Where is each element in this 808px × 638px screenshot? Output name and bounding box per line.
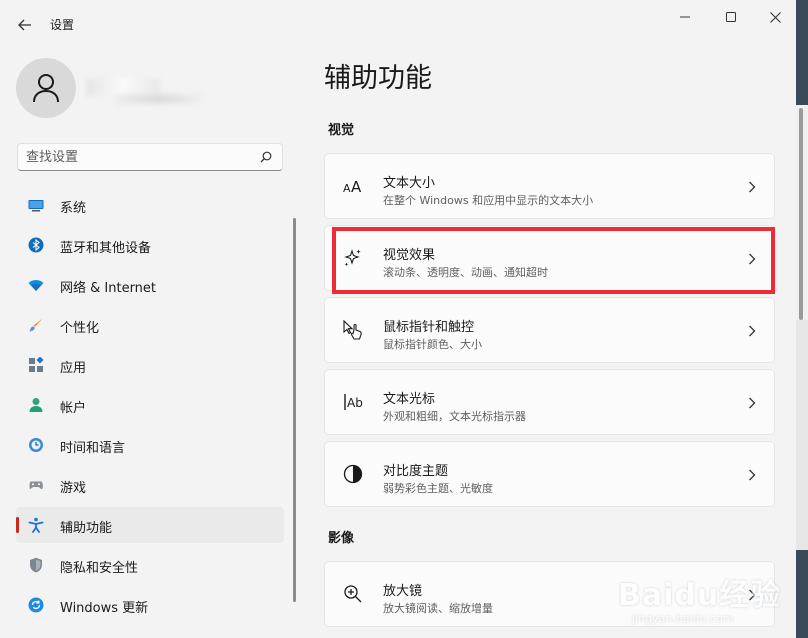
setting-visual-effects[interactable]: 视觉效果 滚动条、透明度、动画、通知超时 <box>324 225 775 291</box>
setting-description: 在整个 Windows 和应用中显示的文本大小 <box>383 194 594 207</box>
arrow-left-icon <box>18 19 31 31</box>
sidebar-item-label: 网络 & Internet <box>60 281 157 296</box>
sidebar-item-system[interactable]: 系统 <box>16 187 284 223</box>
setting-description: 滚动条、透明度、动画、通知超时 <box>383 266 548 279</box>
setting-title: 鼠标指针和触控 <box>383 320 475 335</box>
sidebar-item-label: 游戏 <box>60 481 87 496</box>
setting-title: 对比度主题 <box>383 464 449 479</box>
search-box[interactable] <box>17 143 283 171</box>
sidebar-item-accounts[interactable]: 帐户 <box>16 387 284 423</box>
section-heading-imaging: 影像 <box>328 531 355 546</box>
sidebar-item-windows-update[interactable]: Windows 更新 <box>16 587 284 623</box>
close-icon <box>769 11 781 23</box>
setting-title: 文本大小 <box>383 176 436 191</box>
setting-description: 鼠标指针颜色、大小 <box>383 338 482 351</box>
title-bar: 设置 <box>0 0 796 48</box>
setting-text-cursor[interactable]: Ab 文本光标 外观和粗细，文本光标指示器 <box>324 369 775 435</box>
clock-globe-icon <box>29 438 43 452</box>
minimize-icon <box>680 16 690 18</box>
sidebar-item-gaming[interactable]: 游戏 <box>16 467 284 503</box>
user-icon <box>33 74 59 103</box>
user-email-blurred <box>116 94 202 104</box>
text-size-icon: AA <box>343 178 362 196</box>
setting-title: 放大镜 <box>383 584 423 599</box>
setting-description: 弱势彩色主题、光敏度 <box>383 482 493 495</box>
apps-icon <box>29 357 44 372</box>
chevron-right-icon <box>749 181 756 193</box>
back-button[interactable] <box>12 12 38 38</box>
brush-icon <box>29 318 43 332</box>
sidebar-item-bluetooth[interactable]: 蓝牙和其他设备 <box>16 227 284 263</box>
shield-icon <box>30 557 42 573</box>
contrast-icon <box>343 464 363 484</box>
pointer-touch-icon <box>343 320 362 340</box>
chevron-right-icon <box>749 253 756 265</box>
chevron-right-icon <box>749 325 756 337</box>
background-edge <box>796 0 808 638</box>
watermark-url: jingyan.baidu.com <box>632 612 734 625</box>
maximize-icon <box>726 12 736 22</box>
background-dark-bottom <box>796 550 808 638</box>
page-title: 辅助功能 <box>324 63 432 94</box>
maximize-button[interactable] <box>708 0 754 34</box>
bluetooth-icon <box>28 237 44 253</box>
sidebar-item-label: 隐私和安全性 <box>60 561 139 576</box>
update-icon <box>28 597 44 613</box>
sidebar-item-time-language[interactable]: 时间和语言 <box>16 427 284 463</box>
sidebar-nav: 系统 蓝牙和其他设备 网络 & Internet 个性化 应用 帐户 时间和语言 <box>16 187 284 627</box>
sidebar-item-label: 系统 <box>60 201 87 216</box>
search-icon[interactable] <box>260 151 272 163</box>
sparkle-icon <box>344 249 361 267</box>
sidebar-item-label: 时间和语言 <box>60 441 126 456</box>
content-scrollbar-thumb[interactable] <box>799 108 803 320</box>
settings-window: 设置 系统 蓝牙和其他设备 <box>0 0 796 638</box>
close-button[interactable] <box>752 0 796 34</box>
sidebar-item-label: 辅助功能 <box>60 521 113 536</box>
svg-text:A: A <box>351 178 362 196</box>
setting-text-size[interactable]: AA 文本大小 在整个 Windows 和应用中显示的文本大小 <box>324 153 775 219</box>
system-icon <box>28 200 44 212</box>
wifi-icon <box>28 280 44 291</box>
sidebar-item-accessibility[interactable]: 辅助功能 <box>16 507 284 543</box>
avatar[interactable] <box>16 58 76 118</box>
chevron-right-icon <box>749 397 756 409</box>
app-title: 设置 <box>50 18 75 32</box>
background-dark-top <box>796 0 808 105</box>
chevron-right-icon <box>749 469 756 481</box>
setting-description: 外观和粗细，文本光标指示器 <box>383 410 526 423</box>
sidebar-scrollbar[interactable] <box>293 218 296 602</box>
setting-title: 文本光标 <box>383 392 436 407</box>
sidebar-item-label: 帐户 <box>60 401 87 416</box>
sidebar-item-label: 蓝牙和其他设备 <box>60 241 152 256</box>
account-icon <box>29 398 43 412</box>
sidebar-item-personalization[interactable]: 个性化 <box>16 307 284 343</box>
sidebar-item-network[interactable]: 网络 & Internet <box>16 267 284 303</box>
text-cursor-icon: Ab <box>344 394 363 410</box>
sidebar-item-label: Windows 更新 <box>60 601 149 616</box>
accessibility-icon <box>28 517 44 533</box>
sidebar-item-label: 应用 <box>60 361 87 376</box>
setting-mouse-pointer-touch[interactable]: 鼠标指针和触控 鼠标指针颜色、大小 <box>324 297 775 363</box>
watermark-brand: Baidu经验 <box>618 578 782 613</box>
search-input[interactable] <box>26 148 246 166</box>
setting-description: 放大镜阅读、缩放增量 <box>383 602 493 615</box>
gamepad-icon <box>29 481 43 490</box>
watermark: Baidu经验 jingyan.baidu.com <box>618 570 788 632</box>
setting-title: 视觉效果 <box>383 248 436 263</box>
svg-text:A: A <box>343 182 351 195</box>
svg-text:Ab: Ab <box>347 396 363 410</box>
sidebar-item-apps[interactable]: 应用 <box>16 347 284 383</box>
minimize-button[interactable] <box>662 0 708 34</box>
setting-contrast-themes[interactable]: 对比度主题 弱势彩色主题、光敏度 <box>324 441 775 507</box>
sidebar-item-privacy-security[interactable]: 隐私和安全性 <box>16 547 284 583</box>
magnifier-icon <box>344 585 362 603</box>
section-heading-vision: 视觉 <box>328 123 355 138</box>
content-scrollbar-track <box>796 320 808 550</box>
sidebar-item-label: 个性化 <box>60 321 100 336</box>
